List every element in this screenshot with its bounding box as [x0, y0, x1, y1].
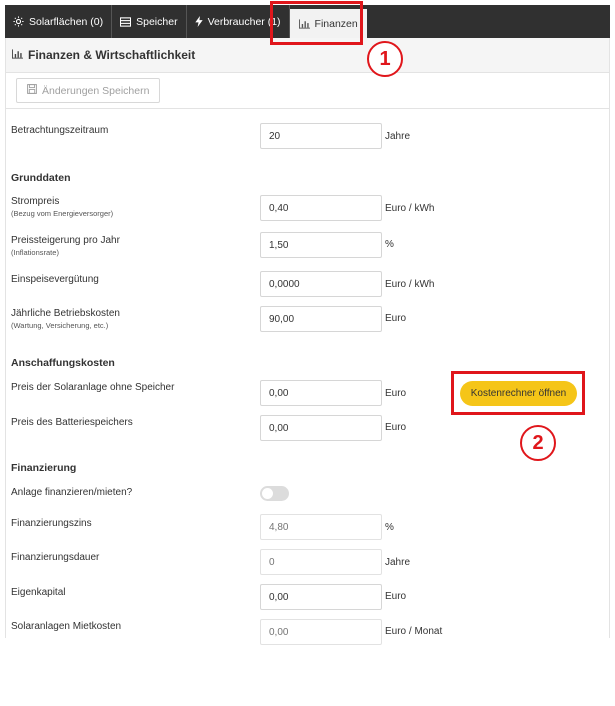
tab-label: Speicher [136, 15, 178, 28]
panel-toolbar: Änderungen Speichern [6, 73, 609, 109]
label-subtext: (Wartung, Versicherung, etc.) [11, 321, 109, 330]
label-text: Strompreis [11, 196, 60, 207]
label-preis-batteriespeicher: Preis des Batteriespeichers [11, 417, 133, 428]
strompreis-input[interactable] [260, 195, 382, 221]
battery-icon [120, 16, 132, 27]
unit-euro-kwh: Euro / kWh [385, 279, 435, 290]
unit-euro-monat: Euro / Monat [385, 626, 443, 637]
unit-euro-kwh: Euro / kWh [385, 203, 435, 214]
save-button-label: Änderungen Speichern [42, 84, 150, 97]
annotation-marker-1: 1 [367, 41, 403, 77]
label-subtext: (Bezug vom Energieversorger) [11, 209, 114, 218]
section-anschaffungskosten: Anschaffungskosten [11, 357, 115, 369]
annotation-marker-2: 2 [520, 425, 556, 461]
bolt-icon [194, 16, 203, 27]
save-changes-button[interactable]: Änderungen Speichern [16, 78, 161, 103]
eigenkapital-input[interactable] [260, 584, 382, 610]
label-text: Preissteigerung pro Jahr [11, 235, 120, 246]
unit-euro: Euro [385, 591, 407, 602]
label-eigenkapital: Eigenkapital [11, 587, 66, 598]
label-mietkosten: Solaranlagen Mietkosten [11, 621, 122, 632]
finanzierungsdauer-input[interactable] [260, 549, 382, 575]
annotation-box-calculator [451, 371, 585, 415]
section-grunddaten: Grunddaten [11, 172, 71, 184]
tab-speicher[interactable]: Speicher [112, 5, 187, 38]
unit-euro: Euro [385, 313, 407, 324]
section-finanzierung: Finanzierung [11, 462, 77, 474]
save-icon [27, 84, 37, 97]
betrachtungszeitraum-input[interactable] [260, 123, 382, 149]
finanzierungszins-input[interactable] [260, 514, 382, 540]
label-subtext: (Inflationsrate) [11, 248, 59, 257]
label-text: Jährliche Betriebskosten [11, 308, 120, 319]
bar-chart-icon [12, 48, 23, 62]
label-preissteigerung: Preissteigerung pro Jahr (Inflationsrate… [11, 234, 120, 258]
unit-jahre: Jahre [385, 131, 411, 142]
panel-title: Finanzen & Wirtschaftlichkeit [28, 48, 196, 62]
tab-solarflaechen[interactable]: Solarflächen (0) [5, 5, 113, 38]
unit-euro: Euro [385, 422, 407, 433]
tab-label: Solarflächen (0) [29, 15, 104, 28]
sun-icon [13, 16, 24, 27]
betriebskosten-input[interactable] [260, 306, 382, 332]
label-finanzierungszins: Finanzierungszins [11, 518, 92, 529]
finanzieren-toggle[interactable] [260, 486, 289, 501]
label-betriebskosten: Jährliche Betriebskosten (Wartung, Versi… [11, 307, 120, 331]
label-finanzierungsdauer: Finanzierungsdauer [11, 552, 100, 563]
label-einspeiseverguetung: Einspeisevergütung [11, 274, 99, 285]
einspeiseverguetung-input[interactable] [260, 271, 382, 297]
label-preis-solaranlage: Preis der Solaranlage ohne Speicher [11, 382, 175, 393]
preis-solaranlage-input[interactable] [260, 380, 382, 406]
unit-euro: Euro [385, 388, 407, 399]
label-betrachtungszeitraum: Betrachtungszeitraum [11, 125, 109, 136]
label-anlage-finanzieren: Anlage finanzieren/mieten? [11, 487, 133, 498]
mietkosten-input[interactable] [260, 619, 382, 645]
preis-batteriespeicher-input[interactable] [260, 415, 382, 441]
unit-jahre: Jahre [385, 557, 411, 568]
annotation-box-finanzen-tab [270, 1, 363, 45]
unit-percent: % [385, 239, 394, 250]
label-strompreis: Strompreis (Bezug vom Energieversorger) [11, 195, 113, 219]
toggle-knob [262, 488, 273, 499]
preissteigerung-input[interactable] [260, 232, 382, 258]
unit-percent: % [385, 522, 394, 533]
